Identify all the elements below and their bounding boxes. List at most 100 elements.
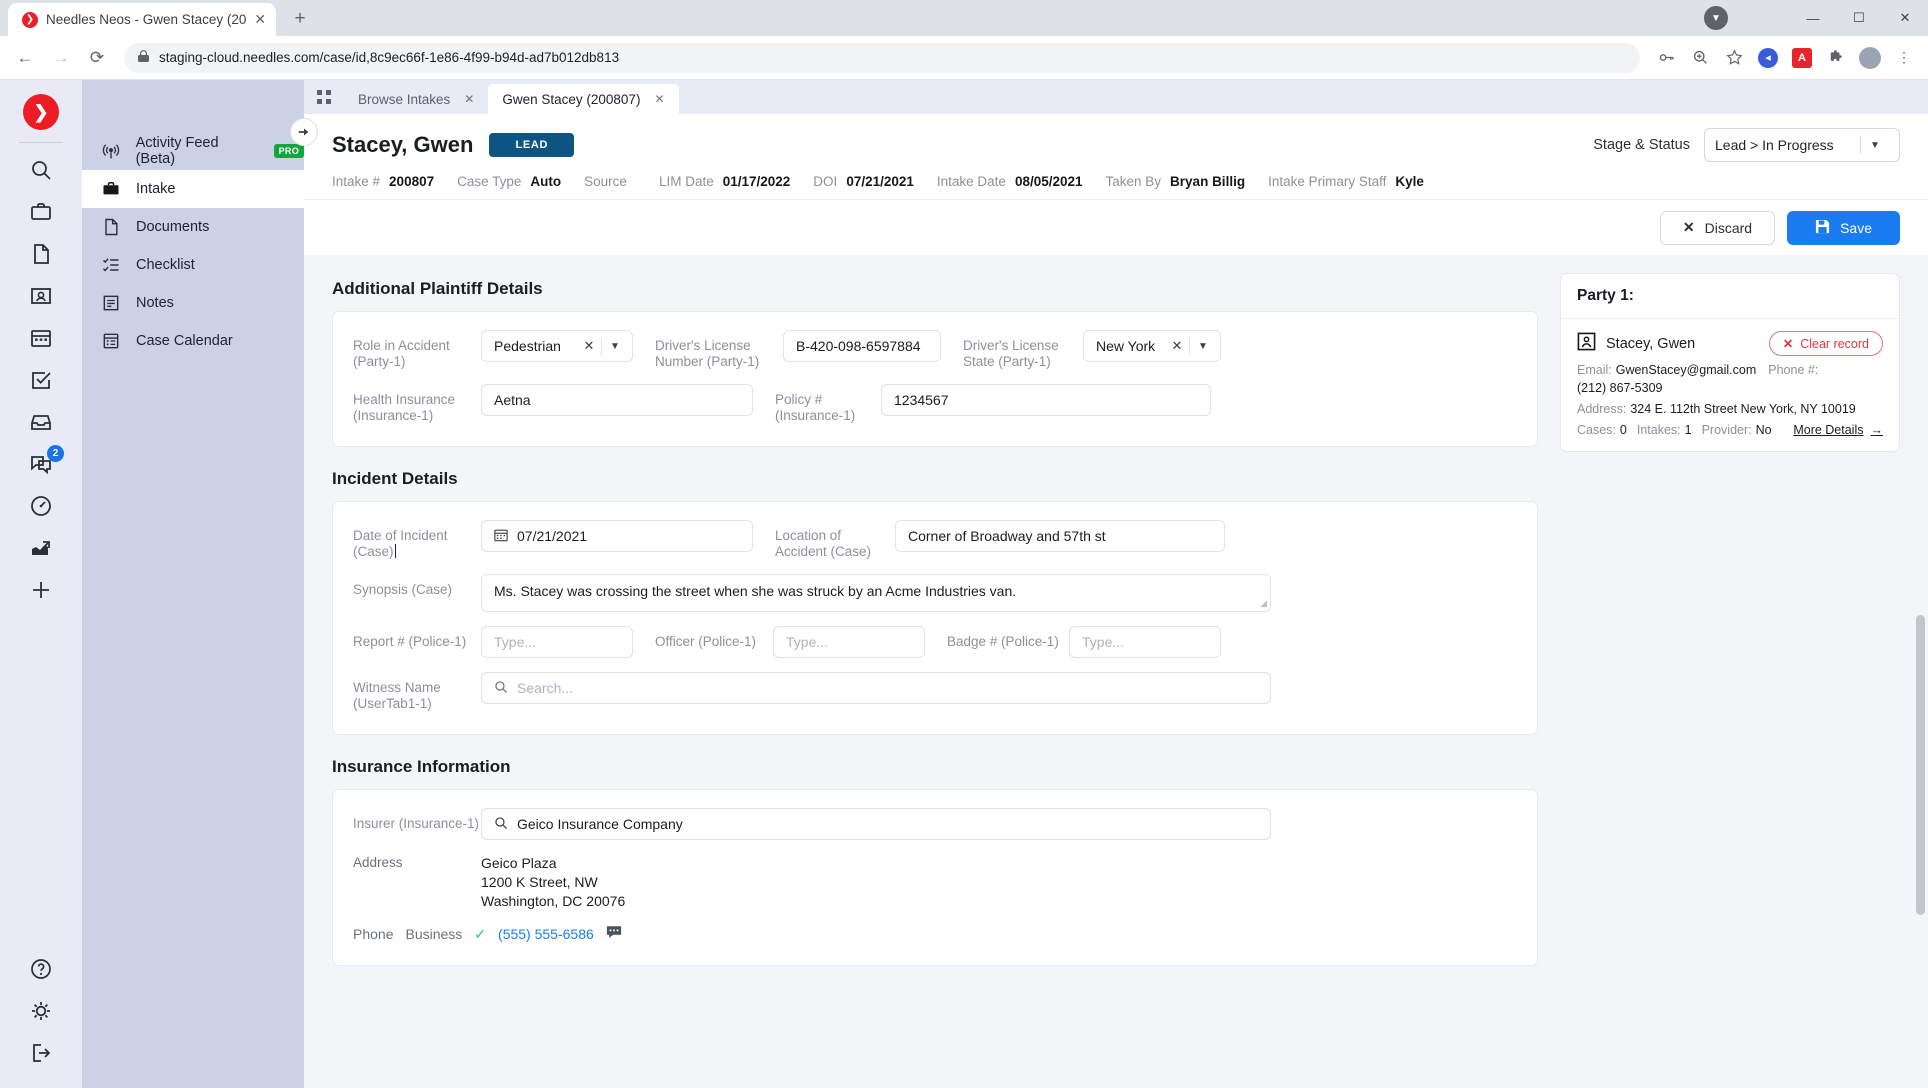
form-row: Health Insurance (Insurance-1) Aetna Pol… <box>353 384 1517 424</box>
clear-icon[interactable]: ✕ <box>577 338 601 354</box>
grid-apps-icon[interactable] <box>304 80 344 114</box>
witness-name-search-input[interactable]: Search... <box>481 672 1271 704</box>
app-tab-browse-intakes[interactable]: Browse Intakes ✕ <box>344 84 488 114</box>
badge-number-input[interactable]: Type... <box>1069 626 1221 658</box>
sms-icon[interactable] <box>606 925 622 943</box>
add-plus-icon[interactable] <box>19 569 63 611</box>
party-1-title: Party 1: <box>1561 274 1899 319</box>
app-tab-gwen-stacey[interactable]: Gwen Stacey (200807) ✕ <box>488 84 679 114</box>
sidebar-item-intake[interactable]: Intake <box>82 170 304 208</box>
meta-value: Kyle <box>1395 174 1424 189</box>
incident-details-card: Date of Incident (Case) 07/21/2021 Locat… <box>332 501 1538 735</box>
browser-toolbar: ← → ⟳ staging-cloud.needles.com/case/id,… <box>0 36 1928 80</box>
resize-handle-icon[interactable]: ◢ <box>1260 598 1267 609</box>
form-scroll-area: Additional Plaintiff Details Role in Acc… <box>304 255 1928 1088</box>
health-insurance-input[interactable]: Aetna <box>481 384 753 416</box>
close-icon[interactable]: ✕ <box>254 11 266 28</box>
scrollbar-thumb[interactable] <box>1916 615 1925 915</box>
sidebar-item-case-calendar[interactable]: Case Calendar <box>82 322 304 360</box>
date-of-incident-label: Date of Incident (Case) <box>353 528 448 559</box>
help-icon[interactable] <box>19 948 63 990</box>
insurer-search-input[interactable]: Geico Insurance Company <box>481 808 1271 840</box>
calendar-icon[interactable] <box>19 317 63 359</box>
profile-avatar-icon[interactable] <box>1856 44 1884 72</box>
bookmark-star-icon[interactable] <box>1720 44 1748 72</box>
synopsis-textarea[interactable]: Ms. Stacey was crossing the street when … <box>481 574 1271 612</box>
close-icon[interactable]: ✕ <box>464 92 474 106</box>
insurance-information-card: Insurer (Insurance-1) Geico Insurance Co… <box>332 789 1538 966</box>
witness-name-placeholder: Search... <box>517 680 574 696</box>
dashboard-gauge-icon[interactable] <box>19 485 63 527</box>
logout-icon[interactable] <box>19 1032 63 1074</box>
clear-icon[interactable]: ✕ <box>1165 338 1189 354</box>
phone-value: (212) 867-5309 <box>1577 381 1663 395</box>
chevron-down-icon[interactable]: ▼ <box>1861 140 1889 151</box>
sidebar-item-documents[interactable]: Documents <box>82 208 304 246</box>
window-close-button[interactable]: ✕ <box>1882 0 1928 36</box>
meta-key: Intake Date <box>936 174 1006 189</box>
back-icon[interactable]: ← <box>10 43 40 73</box>
sidebar-item-checklist[interactable]: Checklist <box>82 246 304 284</box>
tasks-icon[interactable] <box>19 359 63 401</box>
address-bar[interactable]: staging-cloud.needles.com/case/id,8c9ec6… <box>124 42 1640 73</box>
contacts-icon[interactable] <box>19 275 63 317</box>
forward-icon[interactable]: → <box>46 43 76 73</box>
policy-number-input[interactable]: 1234567 <box>881 384 1211 416</box>
reports-chart-icon[interactable] <box>19 527 63 569</box>
minimize-button[interactable]: — <box>1790 0 1836 36</box>
clear-record-button[interactable]: ✕ Clear record <box>1768 331 1883 356</box>
rail-bottom-group <box>19 948 63 1088</box>
discard-button[interactable]: ✕ Discard <box>1659 210 1776 245</box>
health-insurance-value: Aetna <box>494 392 531 408</box>
downloads-icon[interactable]: ▼ <box>1704 6 1728 30</box>
search-icon[interactable] <box>19 149 63 191</box>
role-in-accident-select[interactable]: Pedestrian ✕ ▼ <box>481 330 633 362</box>
inbox-icon[interactable] <box>19 401 63 443</box>
drivers-license-state-select[interactable]: New York ✕ ▼ <box>1083 330 1221 362</box>
case-title-row: Stacey, Gwen LEAD Stage & Status Lead > … <box>332 128 1900 162</box>
pin-sidebar-icon[interactable] <box>290 118 318 146</box>
location-of-accident-value: Corner of Broadway and 57th st <box>908 528 1106 544</box>
needles-logo-icon[interactable]: ❯ <box>23 94 59 130</box>
insurer-phone-row: Phone Business ✓ (555) 555-6586 <box>353 925 622 943</box>
sidebar-item-activity-feed[interactable]: Activity Feed (Beta) PRO <box>82 132 304 170</box>
documents-icon[interactable] <box>19 233 63 275</box>
reload-icon[interactable]: ⟳ <box>82 43 112 73</box>
address-value: 324 E. 112th Street New York, NY 10019 <box>1630 402 1856 416</box>
date-of-incident-input[interactable]: 07/21/2021 <box>481 520 753 552</box>
save-button[interactable]: Save <box>1787 210 1900 245</box>
officer-input[interactable]: Type... <box>773 626 925 658</box>
adobe-acrobat-extension-icon[interactable]: A <box>1788 44 1816 72</box>
location-of-accident-input[interactable]: Corner of Broadway and 57th st <box>895 520 1225 552</box>
drivers-license-number-input[interactable]: B-420-098-6597884 <box>783 330 941 362</box>
meta-value: Auto <box>530 174 562 189</box>
messages-icon[interactable]: 2 <box>19 443 64 485</box>
badge-number-placeholder: Type... <box>1082 634 1125 650</box>
phone-number-link[interactable]: (555) 555-6586 <box>498 926 594 942</box>
translate-extension-icon[interactable]: ◂ <box>1754 44 1782 72</box>
form-row: Role in Accident (Party-1) Pedestrian ✕ … <box>353 330 1517 370</box>
form-column: Additional Plaintiff Details Role in Acc… <box>332 273 1538 1088</box>
cases-briefcase-icon[interactable] <box>19 191 63 233</box>
browser-menu-icon[interactable]: ⋮ <box>1890 44 1918 72</box>
key-icon[interactable] <box>1652 44 1680 72</box>
new-tab-button[interactable]: + <box>286 5 314 33</box>
case-header: Stacey, Gwen LEAD Stage & Status Lead > … <box>304 114 1928 189</box>
chevron-down-icon[interactable]: ▼ <box>1190 341 1216 352</box>
settings-gear-icon[interactable] <box>19 990 63 1032</box>
insurer-address-value: Geico Plaza 1200 K Street, NW Washington… <box>481 854 625 911</box>
intakes-key: Intakes: <box>1636 423 1681 437</box>
chevron-down-icon[interactable]: ▼ <box>602 341 628 352</box>
stage-status-select[interactable]: Lead > In Progress ▼ <box>1704 128 1900 162</box>
puzzle-extensions-icon[interactable] <box>1822 44 1850 72</box>
maximize-button[interactable]: ☐ <box>1836 0 1882 36</box>
browser-tab[interactable]: ❯ Needles Neos - Gwen Stacey (20 ✕ <box>8 3 277 36</box>
pro-badge: PRO <box>273 144 304 158</box>
report-number-input[interactable]: Type... <box>481 626 633 658</box>
zoom-icon[interactable] <box>1686 44 1714 72</box>
sidebar-item-notes[interactable]: Notes <box>82 284 304 322</box>
window-controls: — ☐ ✕ <box>1790 0 1928 36</box>
app-tab-label: Gwen Stacey (200807) <box>502 91 641 107</box>
close-icon[interactable]: ✕ <box>654 92 664 106</box>
more-details-link[interactable]: More Details → <box>1793 423 1883 437</box>
